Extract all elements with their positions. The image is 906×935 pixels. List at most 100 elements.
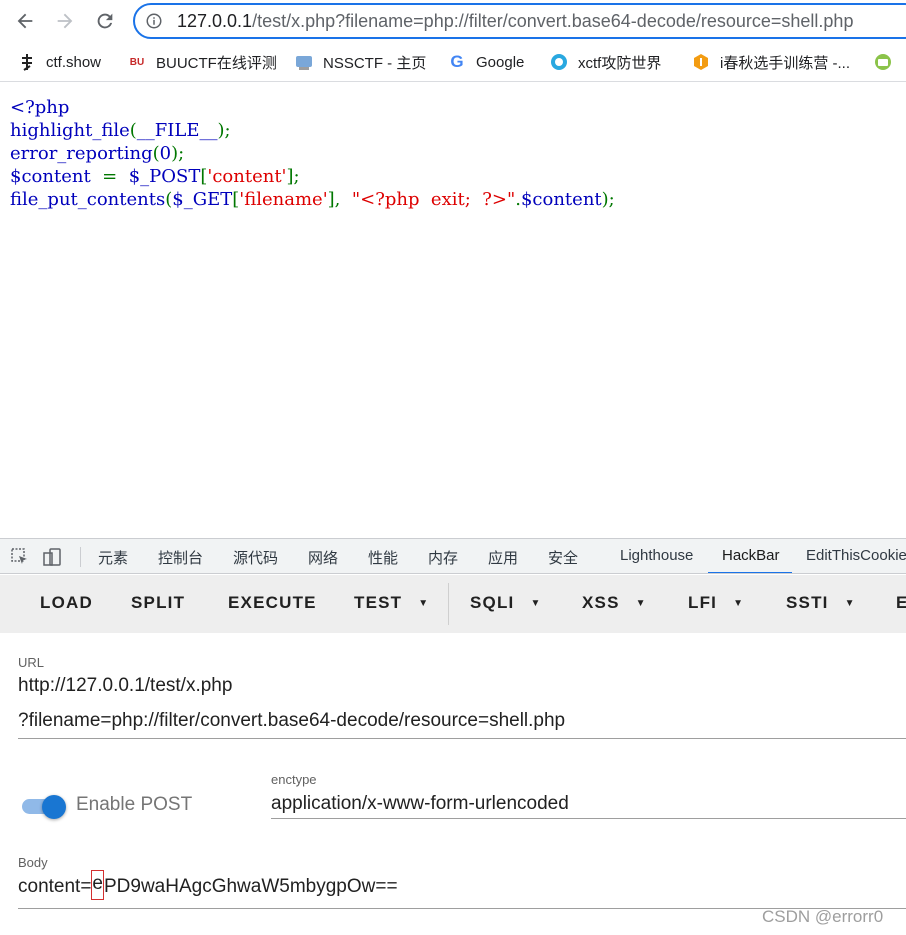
tab-memory[interactable]: 内存 bbox=[428, 547, 458, 568]
ssti-dropdown[interactable]: SSTI ▼ bbox=[786, 593, 856, 613]
inspect-element-icon[interactable] bbox=[10, 547, 30, 567]
device-toolbar-icon[interactable] bbox=[42, 547, 62, 567]
load-button[interactable]: LOAD bbox=[40, 593, 93, 613]
enable-post-toggle[interactable] bbox=[20, 795, 68, 819]
source-post-key: 'content' bbox=[207, 166, 287, 187]
enable-post-label: Enable POST bbox=[76, 794, 193, 815]
php-source-code: <?php highlight_file(__FILE__); error_re… bbox=[10, 97, 615, 210]
reload-button[interactable] bbox=[90, 6, 120, 36]
tab-lighthouse[interactable]: Lighthouse bbox=[620, 547, 693, 564]
xss-dropdown[interactable]: XSS ▼ bbox=[582, 593, 647, 613]
more-menu-button[interactable]: E bbox=[896, 593, 906, 613]
sqli-dropdown[interactable]: SQLI ▼ bbox=[470, 593, 542, 613]
bookmark-label: i春秋选手训练营 -... bbox=[720, 54, 850, 72]
bookmarks-bar: ctf.show BU BUUCTF在线评测 NSSCTF - 主页 G Goo… bbox=[0, 42, 906, 82]
source-assign-op: = bbox=[102, 166, 118, 187]
arrow-left-icon bbox=[17, 13, 33, 29]
bookmark-label: ctf.show bbox=[46, 53, 102, 71]
tab-sources[interactable]: 源代码 bbox=[233, 547, 278, 568]
url-field-label: URL bbox=[18, 655, 45, 670]
ichunqiu-icon bbox=[692, 53, 710, 71]
tab-performance[interactable]: 性能 bbox=[368, 547, 398, 568]
browser-toolbar: 127.0.0.1/test/x.php?filename=php://filt… bbox=[0, 0, 906, 42]
tab-elements[interactable]: 元素 bbox=[98, 547, 128, 568]
source-fn-highlight-file: highlight_file bbox=[10, 120, 130, 141]
enctype-value: application/x-www-form-urlencoded bbox=[271, 793, 569, 814]
execute-button[interactable]: EXECUTE bbox=[228, 593, 317, 613]
test-dropdown[interactable]: TEST ▼ bbox=[354, 593, 429, 613]
load-label: LOAD bbox=[40, 593, 93, 612]
devtools-divider bbox=[80, 547, 81, 567]
tab-editthiscookie[interactable]: EditThisCookie bbox=[806, 547, 906, 564]
active-tab-indicator bbox=[708, 572, 792, 573]
body-label: Body bbox=[18, 855, 48, 870]
url-field-line2[interactable]: ?filename=php://filter/convert.base64-de… bbox=[18, 710, 565, 732]
body-value[interactable]: content=ePD9waHAgcGhwaW5mbygpOw== bbox=[18, 870, 398, 900]
bookmark-extra[interactable] bbox=[874, 51, 902, 73]
caret-down-icon: ▼ bbox=[733, 597, 745, 609]
caret-down-icon: ▼ bbox=[530, 597, 542, 609]
source-exit-string: "<?php exit; ?>" bbox=[351, 189, 516, 210]
enctype-underline bbox=[271, 818, 906, 819]
code-bookmark-icon bbox=[874, 53, 892, 71]
text-cursor-highlight: e bbox=[91, 870, 104, 900]
url-path: /test/x.php?filename=php://filter/conver… bbox=[252, 11, 854, 31]
arrow-right-icon bbox=[57, 13, 73, 29]
tab-application[interactable]: 应用 bbox=[488, 547, 518, 568]
body-prefix: content= bbox=[18, 876, 92, 898]
hackbar-menu: LOAD SPLIT EXECUTE TEST ▼ SQLI ▼ XSS ▼ LFI ▼… bbox=[0, 575, 906, 633]
xss-label: XSS bbox=[582, 593, 620, 612]
bookmark-nssctf[interactable]: NSSCTF - 主页 bbox=[295, 51, 426, 73]
bookmark-buuctf[interactable]: BU BUUCTF在线评测 bbox=[128, 51, 277, 73]
source-content-var: $content bbox=[520, 189, 602, 210]
csdn-watermark: CSDN @errorr0 bbox=[762, 907, 884, 926]
bookmark-ctfshow[interactable]: ctf.show bbox=[18, 51, 101, 73]
bookmark-google[interactable]: G Google bbox=[448, 51, 524, 73]
ctfshow-icon bbox=[18, 53, 36, 71]
tab-console[interactable]: 控制台 bbox=[158, 547, 203, 568]
reload-icon bbox=[97, 13, 113, 29]
address-bar[interactable]: 127.0.0.1/test/x.php?filename=php://filt… bbox=[133, 3, 906, 39]
bookmark-xctf[interactable]: xctf攻防世界 bbox=[550, 51, 661, 73]
lfi-label: LFI bbox=[688, 593, 718, 612]
tab-network[interactable]: 网络 bbox=[308, 547, 338, 568]
google-icon: G bbox=[450, 52, 464, 71]
toggle-thumb bbox=[42, 795, 66, 819]
back-button[interactable] bbox=[10, 6, 40, 36]
url-field-underline bbox=[18, 738, 906, 739]
ssti-label: SSTI bbox=[786, 593, 829, 612]
devtools-tab-bar: 元素 控制台 源代码 网络 性能 内存 应用 安全 Lighthouse Hac… bbox=[0, 538, 906, 574]
source-fn-error-reporting: error_reporting bbox=[10, 143, 153, 164]
php-open-tag: <?php bbox=[10, 97, 70, 118]
lfi-dropdown[interactable]: LFI ▼ bbox=[688, 593, 744, 613]
split-button[interactable]: SPLIT bbox=[131, 593, 185, 613]
source-get-key: 'filename' bbox=[239, 189, 328, 210]
enctype-label: enctype bbox=[271, 772, 317, 787]
forward-button[interactable] bbox=[50, 6, 80, 36]
tab-hackbar[interactable]: HackBar bbox=[722, 547, 780, 564]
caret-down-icon: ▼ bbox=[635, 597, 647, 609]
address-url: 127.0.0.1/test/x.php?filename=php://filt… bbox=[177, 11, 853, 32]
bookmark-ichunqiu[interactable]: i春秋选手训练营 -... bbox=[692, 51, 850, 73]
test-label: TEST bbox=[354, 593, 403, 612]
bookmark-label: NSSCTF - 主页 bbox=[323, 54, 427, 72]
bookmark-label: BUUCTF在线评测 bbox=[156, 54, 277, 72]
menu-divider bbox=[448, 583, 449, 625]
source-arg-zero: 0 bbox=[159, 143, 172, 164]
bookmark-label: Google bbox=[476, 53, 525, 71]
execute-label: EXECUTE bbox=[228, 593, 317, 612]
source-arg-file: __FILE__ bbox=[136, 120, 218, 141]
nssctf-icon bbox=[295, 53, 313, 71]
caret-down-icon: ▼ bbox=[418, 597, 430, 609]
sqli-label: SQLI bbox=[470, 593, 515, 612]
buuctf-icon: BU bbox=[129, 56, 145, 68]
source-get-var: $_GET bbox=[172, 189, 233, 210]
body-suffix: PD9waHAgcGhwaW5mbygpOw== bbox=[104, 876, 398, 898]
tab-security[interactable]: 安全 bbox=[548, 547, 578, 568]
split-label: SPLIT bbox=[131, 593, 186, 612]
url-field-line1[interactable]: http://127.0.0.1/test/x.php bbox=[18, 675, 232, 697]
bookmark-label: xctf攻防世界 bbox=[578, 54, 662, 72]
source-var-content: $content bbox=[10, 166, 91, 187]
source-fn-file-put-contents: file_put_contents bbox=[10, 189, 166, 210]
source-post-var: $_POST bbox=[128, 166, 201, 187]
